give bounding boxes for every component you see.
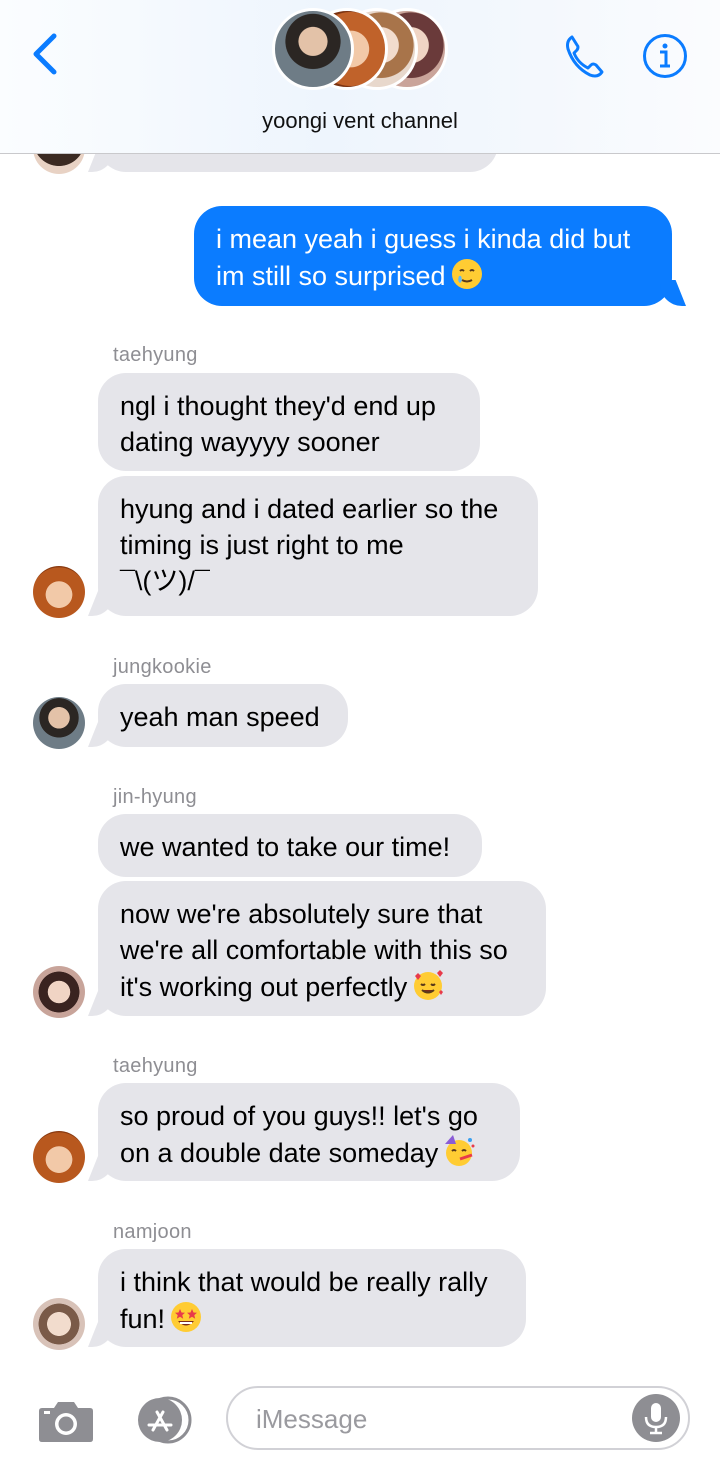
bubble-tail (88, 1321, 114, 1347)
avatar-jin-hyung[interactable] (33, 966, 85, 1018)
message-line: we wanted to take our time! (120, 832, 451, 862)
avatar-taehyung[interactable] (33, 566, 85, 618)
message-line: hyung and i dated earlier so the (120, 494, 499, 524)
message-line: ¯\(ツ)/¯ (120, 566, 210, 596)
chevron-left-icon[interactable] (28, 30, 64, 78)
message-input[interactable]: iMessage (226, 1386, 690, 1450)
conversation-header: yoongi vent channel (0, 0, 720, 154)
bubble-tail (88, 590, 114, 616)
sender-name: jin-hyung (113, 786, 197, 808)
message-line: it's working out perfectly (120, 968, 524, 1005)
info-icon[interactable] (642, 33, 688, 79)
app-store-icon[interactable] (130, 1396, 196, 1444)
message-bubble-incoming[interactable]: so proud of you guys!! let's go on a dou… (98, 1083, 520, 1181)
star-struck-icon (171, 1302, 202, 1332)
message-line: i mean yeah i guess i kinda did but (216, 224, 631, 254)
message-line: dating wayyyy sooner (120, 427, 380, 457)
message-line-text: on a double date someday (120, 1138, 439, 1168)
message-line: on a double date someday (120, 1134, 498, 1171)
message-bubble-incoming[interactable]: hyung and i dated earlier so the timing … (98, 476, 538, 616)
sender-name: jungkookie (113, 656, 212, 678)
message-line: so proud of you guys!! let's go (120, 1101, 478, 1131)
message-line: fun! (120, 1300, 504, 1337)
message-line: now we're absolutely sure that (120, 899, 483, 929)
composer-bar: iMessage (0, 1370, 720, 1460)
message-bubble-incoming[interactable]: we wanted to take our time! (98, 814, 482, 877)
avatar-namjoon[interactable] (33, 1298, 85, 1350)
message-bubble-outgoing[interactable]: i mean yeah i guess i kinda did but im s… (194, 206, 672, 306)
bubble-tail (88, 721, 114, 747)
message-line: we're all comfortable with this so (120, 935, 508, 965)
message-line: ngl i thought they'd end up (120, 391, 436, 421)
message-line-text: fun! (120, 1304, 166, 1334)
message-line: yeah man speed (120, 702, 320, 732)
conversation-title[interactable]: yoongi vent channel (0, 108, 720, 134)
sender-name: taehyung (113, 1055, 198, 1077)
avatar-jungkookie[interactable] (33, 697, 85, 749)
message-list[interactable]: i mean yeah i guess i kinda did but im s… (0, 0, 720, 1370)
bubble-tail (88, 1155, 114, 1181)
sender-name: namjoon (113, 1221, 192, 1243)
smiling-face-with-hearts-icon (414, 970, 444, 1000)
message-line: im still so surprised (216, 257, 650, 294)
partying-face-icon (445, 1135, 475, 1166)
message-line: i think that would be really rally (120, 1267, 488, 1297)
microphone-glyph (644, 1403, 668, 1435)
avatar-taehyung[interactable] (33, 1131, 85, 1183)
message-line-text: it's working out perfectly (120, 972, 408, 1002)
camera-icon[interactable] (38, 1398, 94, 1444)
bubble-tail (660, 280, 686, 306)
message-bubble-incoming[interactable]: yeah man speed (98, 684, 348, 747)
face-holding-back-tears-icon (451, 259, 482, 289)
message-input-placeholder: iMessage (256, 1404, 368, 1434)
avatar-member-1 (272, 8, 354, 90)
message-line-text: im still so surprised (216, 261, 446, 291)
message-bubble-incoming[interactable]: i think that would be really rally fun! (98, 1249, 526, 1347)
bubble-tail (88, 990, 114, 1016)
message-bubble-incoming[interactable]: ngl i thought they'd end up dating wayyy… (98, 373, 480, 471)
group-avatars[interactable] (272, 8, 452, 94)
sender-name: taehyung (113, 344, 198, 366)
message-bubble-incoming[interactable]: now we're absolutely sure that we're all… (98, 881, 546, 1016)
microphone-icon[interactable] (632, 1394, 680, 1442)
phone-icon[interactable] (562, 32, 610, 80)
message-line: timing is just right to me (120, 530, 404, 560)
